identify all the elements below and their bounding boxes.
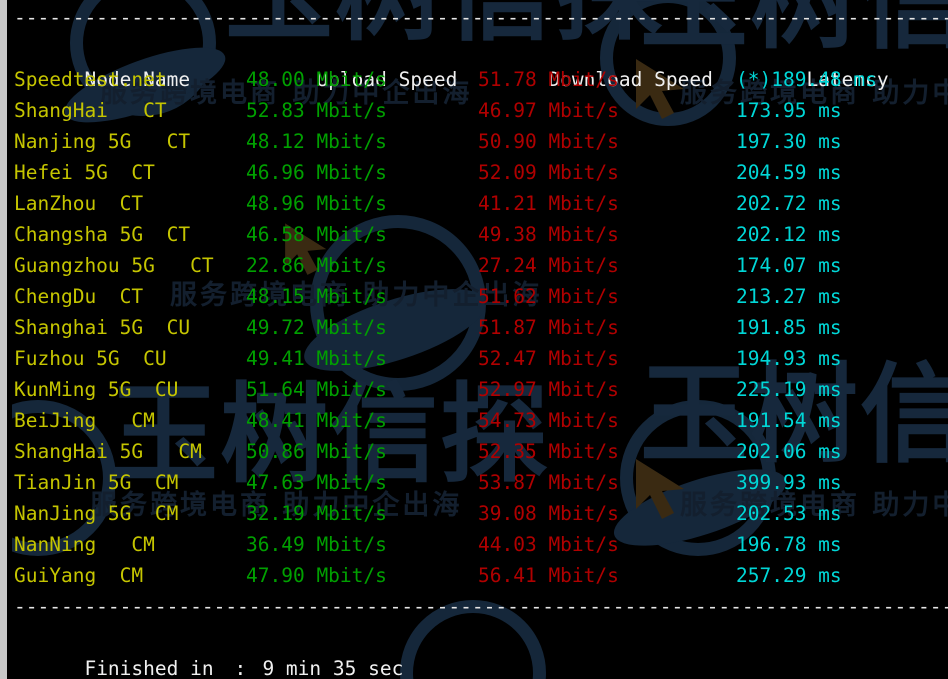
table-row: Nanjing 5G CT 48.12 Mbit/s 50.90 Mbit/s 197… — [14, 126, 948, 157]
separator-top: ----------------------------------------… — [14, 6, 948, 29]
cell-node-name: ShangHai 5G CM — [14, 440, 202, 463]
table-row: Fuzhou 5G CU 49.41 Mbit/s 52.47 Mbit/s 194.… — [14, 343, 948, 374]
speedtest-results-table: Speedtest.net 48.00 Mbit/s 51.78 Mbit/s (*)… — [14, 64, 948, 591]
table-row: KunMing 5G CU 51.64 Mbit/s 52.97 Mbit/s 225… — [14, 374, 948, 405]
cell-latency: 204.59 ms — [736, 161, 842, 184]
table-row: Speedtest.net 48.00 Mbit/s 51.78 Mbit/s (*)… — [14, 64, 948, 95]
table-row: NanNing CM 36.49 Mbit/s 44.03 Mbit/s 196.78… — [14, 529, 948, 560]
cell-upload-speed: 48.12 Mbit/s — [246, 130, 387, 153]
cell-node-name: ChengDu CT — [14, 285, 144, 308]
finished-in-label: Finished in — [84, 657, 214, 679]
cell-upload-speed: 48.96 Mbit/s — [246, 192, 387, 215]
cell-latency: 191.54 ms — [736, 409, 842, 432]
cell-upload-speed: 32.19 Mbit/s — [246, 502, 387, 525]
cell-download-speed: 53.87 Mbit/s — [478, 471, 619, 494]
cell-node-name: Speedtest.net — [14, 68, 167, 91]
cell-download-speed: 52.35 Mbit/s — [478, 440, 619, 463]
window-left-border — [0, 0, 7, 679]
cell-latency: 213.27 ms — [736, 285, 842, 308]
cell-download-speed: 54.73 Mbit/s — [478, 409, 619, 432]
cell-upload-speed: 52.83 Mbit/s — [246, 99, 387, 122]
cell-node-name: NanNing CM — [14, 533, 155, 556]
cell-upload-speed: 49.72 Mbit/s — [246, 316, 387, 339]
cell-download-speed: 52.97 Mbit/s — [478, 378, 619, 401]
cell-download-speed: 46.97 Mbit/s — [478, 99, 619, 122]
cell-upload-speed: 46.58 Mbit/s — [246, 223, 387, 246]
cell-latency: (*)189.48 ms — [736, 68, 877, 91]
cell-upload-speed: 47.63 Mbit/s — [246, 471, 387, 494]
cell-download-speed: 49.38 Mbit/s — [478, 223, 619, 246]
separator-middle: ----------------------------------------… — [14, 595, 948, 618]
cell-upload-speed: 50.86 Mbit/s — [246, 440, 387, 463]
cell-node-name: GuiYang CM — [14, 564, 144, 587]
cell-node-name: KunMing 5G CU — [14, 378, 179, 401]
finished-in-value: 9 min 35 sec — [262, 657, 404, 679]
cell-download-speed: 41.21 Mbit/s — [478, 192, 619, 215]
table-row: ShangHai CT 52.83 Mbit/s 46.97 Mbit/s 173.9… — [14, 95, 948, 126]
cell-download-speed: 50.90 Mbit/s — [478, 130, 619, 153]
table-row: LanZhou CT 48.96 Mbit/s 41.21 Mbit/s 202.72… — [14, 188, 948, 219]
cell-node-name: Nanjing 5G CT — [14, 130, 191, 153]
cell-latency: 257.29 ms — [736, 564, 842, 587]
terminal-window: 玉树信探 玉树信探 玉树信探 玉树信探 服务跨境电商 助力中企出海 服务跨境电商… — [0, 0, 948, 679]
cell-latency: 174.07 ms — [736, 254, 842, 277]
table-row: TianJin 5G CM 47.63 Mbit/s 53.87 Mbit/s 399… — [14, 467, 948, 498]
cell-latency: 202.53 ms — [736, 502, 842, 525]
cell-latency: 197.30 ms — [736, 130, 842, 153]
table-row: Guangzhou 5G CT 22.86 Mbit/s 27.24 Mbit/s 1… — [14, 250, 948, 281]
cell-latency: 202.72 ms — [736, 192, 842, 215]
finished-in-row: Finished in:9 min 35 sec — [14, 622, 948, 679]
cell-latency: 194.93 ms — [736, 347, 842, 370]
cell-node-name: ShangHai CT — [14, 99, 167, 122]
cell-download-speed: 27.24 Mbit/s — [478, 254, 619, 277]
cell-upload-speed: 48.41 Mbit/s — [246, 409, 387, 432]
cell-upload-speed: 36.49 Mbit/s — [246, 533, 387, 556]
cell-download-speed: 39.08 Mbit/s — [478, 502, 619, 525]
cell-latency: 191.85 ms — [736, 316, 842, 339]
cell-download-speed: 51.62 Mbit/s — [478, 285, 619, 308]
table-row: Changsha 5G CT 46.58 Mbit/s 49.38 Mbit/s 20… — [14, 219, 948, 250]
table-row: Shanghai 5G CU 49.72 Mbit/s 51.87 Mbit/s 19… — [14, 312, 948, 343]
cell-download-speed: 51.78 Mbit/s — [478, 68, 619, 91]
finished-in-colon: : — [234, 657, 247, 679]
table-row: ShangHai 5G CM 50.86 Mbit/s 52.35 Mbit/s 20… — [14, 436, 948, 467]
cell-latency: 173.95 ms — [736, 99, 842, 122]
cell-node-name: LanZhou CT — [14, 192, 144, 215]
cell-node-name: Guangzhou 5G CT — [14, 254, 214, 277]
cell-latency: 202.12 ms — [736, 223, 842, 246]
cell-node-name: Shanghai 5G CU — [14, 316, 191, 339]
table-row: Hefei 5G CT 46.96 Mbit/s 52.09 Mbit/s 204.5… — [14, 157, 948, 188]
cell-download-speed: 51.87 Mbit/s — [478, 316, 619, 339]
cell-upload-speed: 49.41 Mbit/s — [246, 347, 387, 370]
table-row: ChengDu CT 48.15 Mbit/s 51.62 Mbit/s 213.27… — [14, 281, 948, 312]
cell-node-name: NanJing 5G CM — [14, 502, 179, 525]
cell-download-speed: 52.09 Mbit/s — [478, 161, 619, 184]
cell-upload-speed: 48.15 Mbit/s — [246, 285, 387, 308]
cell-latency: 202.06 ms — [736, 440, 842, 463]
cell-node-name: Hefei 5G CT — [14, 161, 155, 184]
cell-upload-speed: 48.00 Mbit/s — [246, 68, 387, 91]
cell-upload-speed: 47.90 Mbit/s — [246, 564, 387, 587]
cell-download-speed: 44.03 Mbit/s — [478, 533, 619, 556]
cell-upload-speed: 22.86 Mbit/s — [246, 254, 387, 277]
table-row: BeiJing CM 48.41 Mbit/s 54.73 Mbit/s 191.54… — [14, 405, 948, 436]
cell-latency: 225.19 ms — [736, 378, 842, 401]
table-row: NanJing 5G CM 32.19 Mbit/s 39.08 Mbit/s 202… — [14, 498, 948, 529]
cell-download-speed: 52.47 Mbit/s — [478, 347, 619, 370]
window-left-border-inner — [7, 0, 12, 679]
cell-download-speed: 56.41 Mbit/s — [478, 564, 619, 587]
table-row: GuiYang CM 47.90 Mbit/s 56.41 Mbit/s 257.29… — [14, 560, 948, 591]
terminal-content: ----------------------------------------… — [0, 0, 948, 679]
cell-upload-speed: 51.64 Mbit/s — [246, 378, 387, 401]
table-header-row: Node Name Upload Speed Download Speed Laten… — [14, 33, 948, 91]
cell-node-name: Changsha 5G CT — [14, 223, 191, 246]
cell-upload-speed: 46.96 Mbit/s — [246, 161, 387, 184]
cell-node-name: TianJin 5G CM — [14, 471, 179, 494]
cell-node-name: BeiJing CM — [14, 409, 155, 432]
cell-latency: 399.93 ms — [736, 471, 842, 494]
cell-node-name: Fuzhou 5G CU — [14, 347, 167, 370]
cell-latency: 196.78 ms — [736, 533, 842, 556]
